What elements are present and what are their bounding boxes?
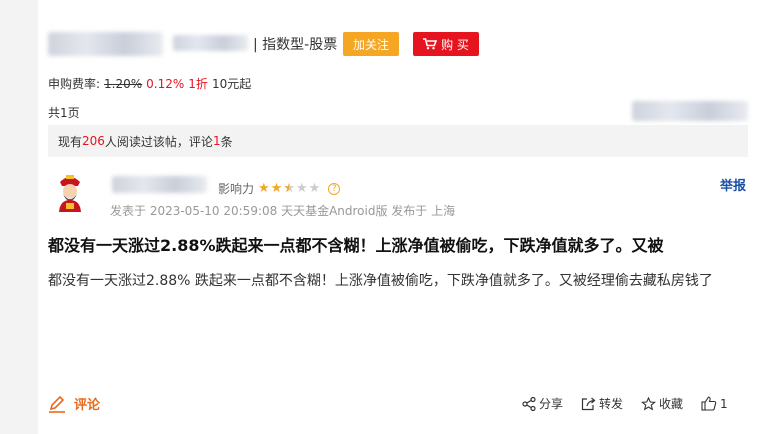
post-actions: 分享 转发 收藏 1	[522, 395, 728, 412]
follow-button[interactable]: 加关注	[343, 32, 399, 56]
read-stats-bar: 现有 206 人阅读过该帖，评论 1 条	[48, 125, 748, 157]
fund-code-redacted	[173, 35, 248, 51]
fee-minimum: 10元起	[211, 77, 252, 91]
buy-button[interactable]: 购 买	[413, 32, 479, 56]
like-button[interactable]: 1	[701, 395, 728, 412]
reader-count: 206	[82, 134, 105, 148]
stats-prefix: 现有	[58, 134, 83, 149]
influence-stars: ★ ★ ★ ★ ★ ★	[258, 181, 320, 196]
username-redacted[interactable]	[112, 176, 207, 193]
thumbs-up-icon	[701, 396, 717, 411]
user-avatar[interactable]	[52, 172, 88, 214]
star-icon: ★	[308, 181, 321, 196]
fund-type-label: | 指数型-股票	[253, 37, 338, 53]
like-count: 1	[720, 396, 728, 411]
comment-button[interactable]: 评论	[48, 394, 100, 413]
half-star-icon: ★ ★	[283, 181, 295, 196]
fee-original: 1.20%	[104, 76, 143, 91]
share-icon	[522, 396, 536, 411]
pencil-icon	[49, 395, 65, 413]
stats-suffix: 条	[220, 134, 233, 149]
star-icon: ★	[295, 181, 308, 196]
share-label: 分享	[539, 397, 564, 411]
post-body: 都没有一天涨过2.88% 跌起来一点都不含糊！上涨净值被偷吃，下跌净值就多了。又…	[48, 273, 713, 289]
share-button[interactable]: 分享	[522, 395, 563, 412]
report-link[interactable]: 举报	[720, 175, 746, 194]
influence-rating: 影响力 ★ ★ ★ ★ ★ ★ ?	[218, 180, 341, 197]
fee-label: 申购费率:	[48, 77, 101, 91]
forward-label: 转发	[599, 397, 624, 411]
cart-icon	[423, 38, 438, 50]
post-title: 都没有一天涨过2.88%跌起来一点都不含糊！上涨净值被偷吃，下跌净值就多了。又被	[48, 236, 664, 255]
fund-name-redacted	[48, 32, 163, 56]
star-outline-icon	[641, 396, 657, 410]
star-icon: ★	[270, 181, 283, 196]
forward-icon	[581, 397, 596, 410]
forward-button[interactable]: 转发	[581, 395, 623, 412]
influence-label: 影响力	[218, 182, 255, 196]
comment-button-label: 评论	[74, 398, 101, 413]
favorite-label: 收藏	[659, 397, 684, 411]
stats-mid: 人阅读过该帖，评论	[104, 134, 213, 149]
favorite-button[interactable]: 收藏	[641, 395, 683, 412]
star-icon: ★	[258, 181, 270, 196]
page-count: 共1页	[48, 106, 80, 120]
comment-count: 1	[212, 134, 221, 148]
help-icon[interactable]: ?	[328, 182, 341, 195]
buy-button-label: 购 买	[441, 37, 469, 52]
fee-rate-row: 申购费率: 1.20% 0.12% 1折 10元起	[48, 75, 251, 92]
fee-discount: 1折	[188, 77, 208, 91]
fee-discounted: 0.12%	[146, 76, 185, 91]
pager-nav-redacted[interactable]	[632, 101, 748, 121]
post-meta: 发表于 2023-05-10 20:59:08 天天基金Android版 发布于…	[110, 204, 456, 218]
